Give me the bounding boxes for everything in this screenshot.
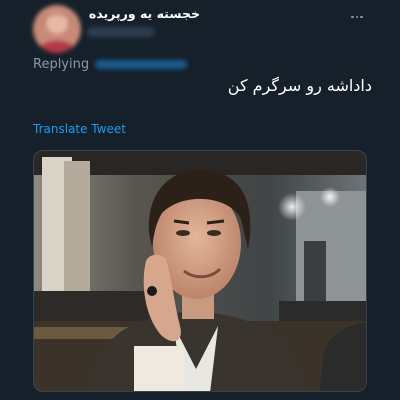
replying-to-handle-redacted[interactable] (95, 59, 188, 69)
tweet-media-photo[interactable] (33, 150, 367, 392)
replying-label: Replying (33, 56, 90, 72)
photo-image (34, 151, 366, 391)
tweet-text: داداشه رو سرگرم کن (227, 76, 372, 95)
avatar-image (33, 5, 81, 53)
more-dot (360, 15, 363, 19)
more-dot (355, 15, 359, 19)
author-handle-redacted (87, 27, 155, 37)
author-display-name[interactable]: خجسته یه ورپریده (89, 6, 200, 21)
more-dot (351, 15, 354, 19)
tweet-view: خجسته یه ورپریده Replying داداشه رو سرگر… (0, 0, 400, 400)
more-horizontal-icon[interactable] (348, 10, 366, 24)
replying-to-row: Replying (33, 55, 188, 73)
avatar[interactable] (33, 5, 81, 53)
translate-tweet-link[interactable]: Translate Tweet (33, 122, 126, 136)
